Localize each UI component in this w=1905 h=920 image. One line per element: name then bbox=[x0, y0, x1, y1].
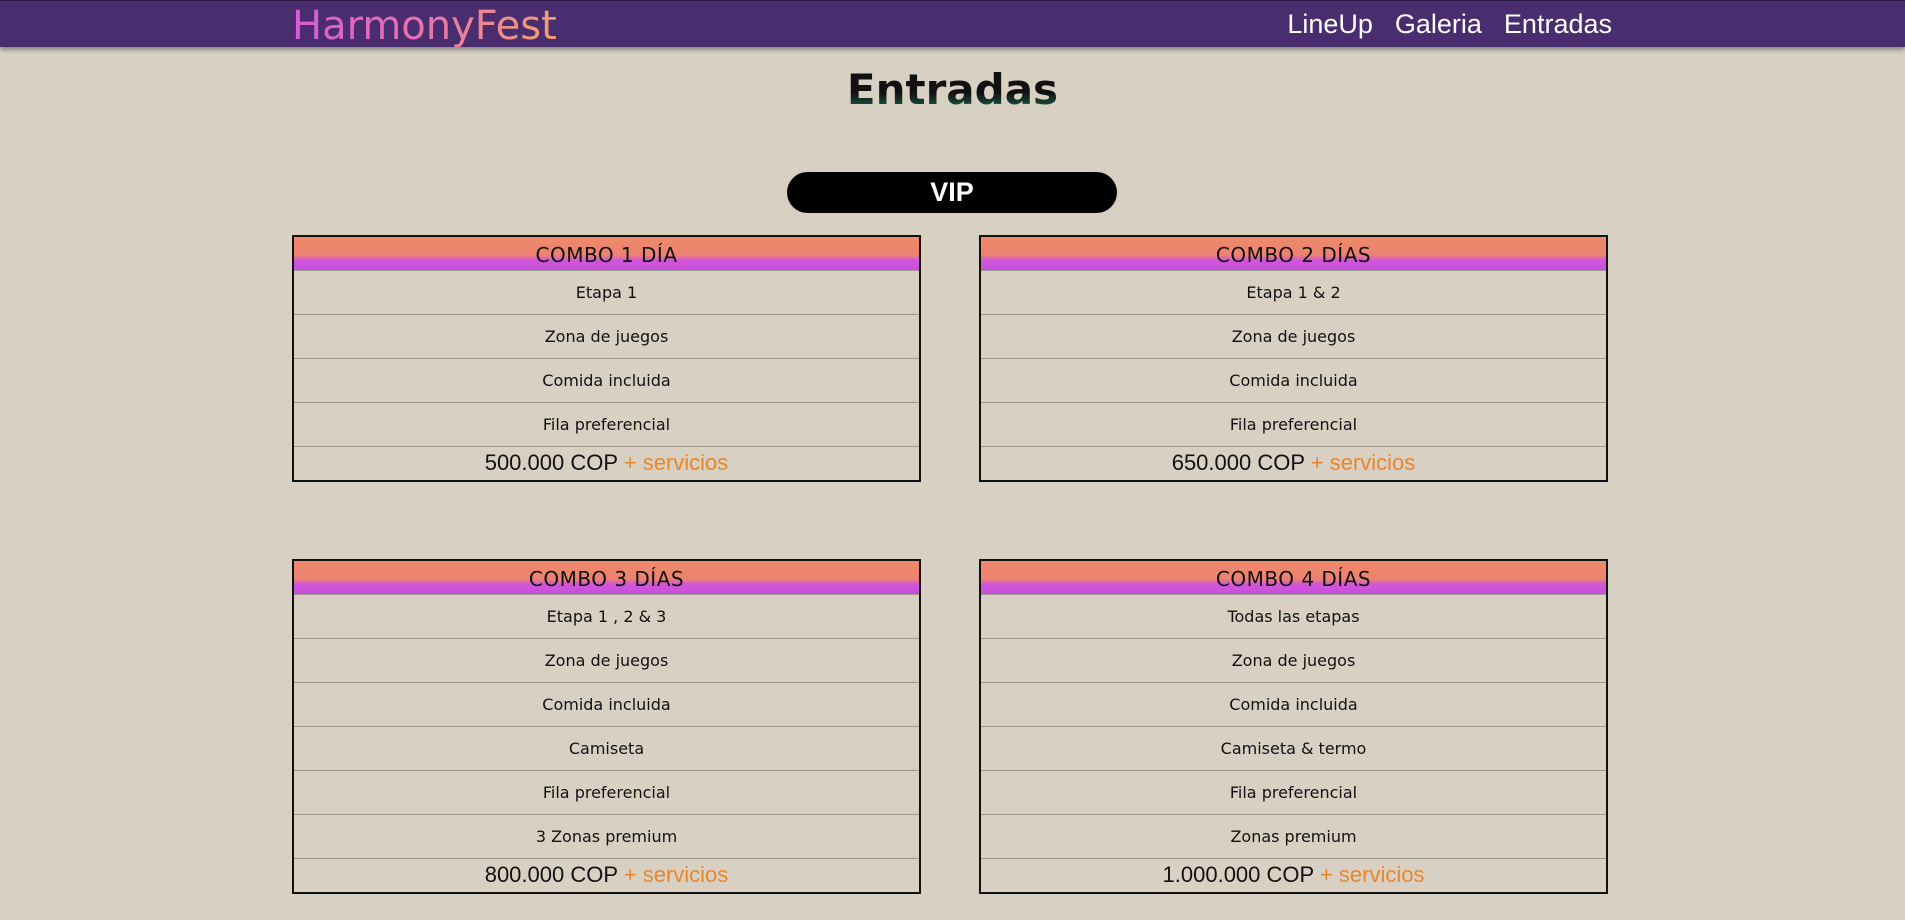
nav-links: LineUp Galeria Entradas bbox=[1287, 1, 1612, 47]
ticket-price: 650.000 COP + servicios bbox=[981, 446, 1606, 480]
ticket-feature: Etapa 1 , 2 & 3 bbox=[294, 594, 919, 638]
ticket-feature: Comida incluida bbox=[294, 358, 919, 402]
ticket-feature: Zona de juegos bbox=[294, 638, 919, 682]
ticket-feature: Zona de juegos bbox=[294, 314, 919, 358]
ticket-feature: Fila preferencial bbox=[294, 402, 919, 446]
ticket-card-title: COMBO 1 DÍA bbox=[294, 237, 919, 270]
ticket-feature: 3 Zonas premium bbox=[294, 814, 919, 858]
ticket-price-extra: + servicios bbox=[1310, 450, 1416, 475]
ticket-price: 500.000 COP + servicios bbox=[294, 446, 919, 480]
ticket-price-amount: 500.000 COP bbox=[484, 450, 618, 475]
ticket-card-combo-3: COMBO 3 DÍAS Etapa 1 , 2 & 3 Zona de jue… bbox=[292, 559, 921, 894]
brand-logo[interactable]: HarmonyFest bbox=[292, 3, 557, 49]
nav-link-lineup[interactable]: LineUp bbox=[1287, 9, 1373, 40]
nav-link-galeria[interactable]: Galeria bbox=[1395, 9, 1482, 40]
ticket-card-combo-4: COMBO 4 DÍAS Todas las etapas Zona de ju… bbox=[979, 559, 1608, 894]
ticket-feature: Camiseta & termo bbox=[981, 726, 1606, 770]
ticket-price-extra: + servicios bbox=[623, 450, 729, 475]
ticket-feature: Fila preferencial bbox=[981, 402, 1606, 446]
nav-link-entradas[interactable]: Entradas bbox=[1504, 9, 1612, 40]
category-label-vip: VIP bbox=[787, 172, 1117, 213]
page-title: Entradas bbox=[0, 62, 1905, 118]
ticket-price-extra: + servicios bbox=[623, 862, 729, 887]
ticket-feature: Camiseta bbox=[294, 726, 919, 770]
ticket-feature: Fila preferencial bbox=[981, 770, 1606, 814]
ticket-feature: Etapa 1 & 2 bbox=[981, 270, 1606, 314]
top-navbar: HarmonyFest LineUp Galeria Entradas bbox=[0, 0, 1905, 49]
ticket-card-title: COMBO 3 DÍAS bbox=[294, 561, 919, 594]
ticket-price-extra: + servicios bbox=[1319, 862, 1425, 887]
ticket-price-amount: 650.000 COP bbox=[1171, 450, 1305, 475]
ticket-card-title: COMBO 4 DÍAS bbox=[981, 561, 1606, 594]
ticket-feature: Etapa 1 bbox=[294, 270, 919, 314]
ticket-feature: Zona de juegos bbox=[981, 638, 1606, 682]
ticket-feature: Todas las etapas bbox=[981, 594, 1606, 638]
ticket-feature: Comida incluida bbox=[981, 682, 1606, 726]
ticket-card-title: COMBO 2 DÍAS bbox=[981, 237, 1606, 270]
ticket-feature: Zona de juegos bbox=[981, 314, 1606, 358]
ticket-price: 800.000 COP + servicios bbox=[294, 858, 919, 892]
ticket-card-combo-2: COMBO 2 DÍAS Etapa 1 & 2 Zona de juegos … bbox=[979, 235, 1608, 482]
ticket-card-combo-1: COMBO 1 DÍA Etapa 1 Zona de juegos Comid… bbox=[292, 235, 921, 482]
ticket-feature: Fila preferencial bbox=[294, 770, 919, 814]
ticket-price: 1.000.000 COP + servicios bbox=[981, 858, 1606, 892]
ticket-feature: Comida incluida bbox=[981, 358, 1606, 402]
ticket-feature: Zonas premium bbox=[981, 814, 1606, 858]
ticket-price-amount: 800.000 COP bbox=[484, 862, 618, 887]
ticket-feature: Comida incluida bbox=[294, 682, 919, 726]
ticket-price-amount: 1.000.000 COP bbox=[1162, 862, 1314, 887]
